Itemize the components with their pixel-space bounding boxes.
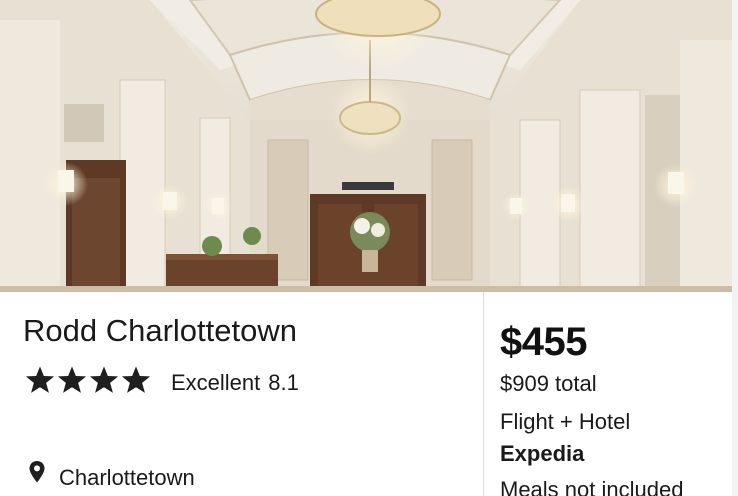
star-rating	[24, 364, 152, 396]
location-text: Charlottetown	[59, 465, 195, 490]
rating-score: 8.1	[268, 370, 299, 395]
map-pin-icon	[29, 461, 45, 483]
hotel-lobby-photo[interactable]	[0, 0, 732, 292]
card-divider	[483, 292, 484, 496]
location: Charlottetown	[28, 460, 195, 490]
price-per-person: $455	[500, 320, 587, 364]
hotel-listing-card[interactable]: Rodd Charlottetown Excellent 8.1 Charlott…	[0, 0, 732, 496]
star-icon	[89, 366, 119, 393]
star-icon	[25, 366, 55, 393]
total-price: $909 total	[500, 371, 597, 396]
star-icon	[121, 366, 151, 393]
hotel-name[interactable]: Rodd Charlottetown	[23, 313, 297, 349]
page-background-edge	[732, 0, 738, 496]
guest-rating: Excellent 8.1	[171, 370, 299, 396]
star-icon	[57, 366, 87, 393]
provider-name: Expedia	[500, 441, 585, 466]
package-type: Flight + Hotel	[500, 409, 631, 434]
meals-info: Meals not included	[500, 477, 684, 496]
rating-label: Excellent	[171, 370, 261, 395]
